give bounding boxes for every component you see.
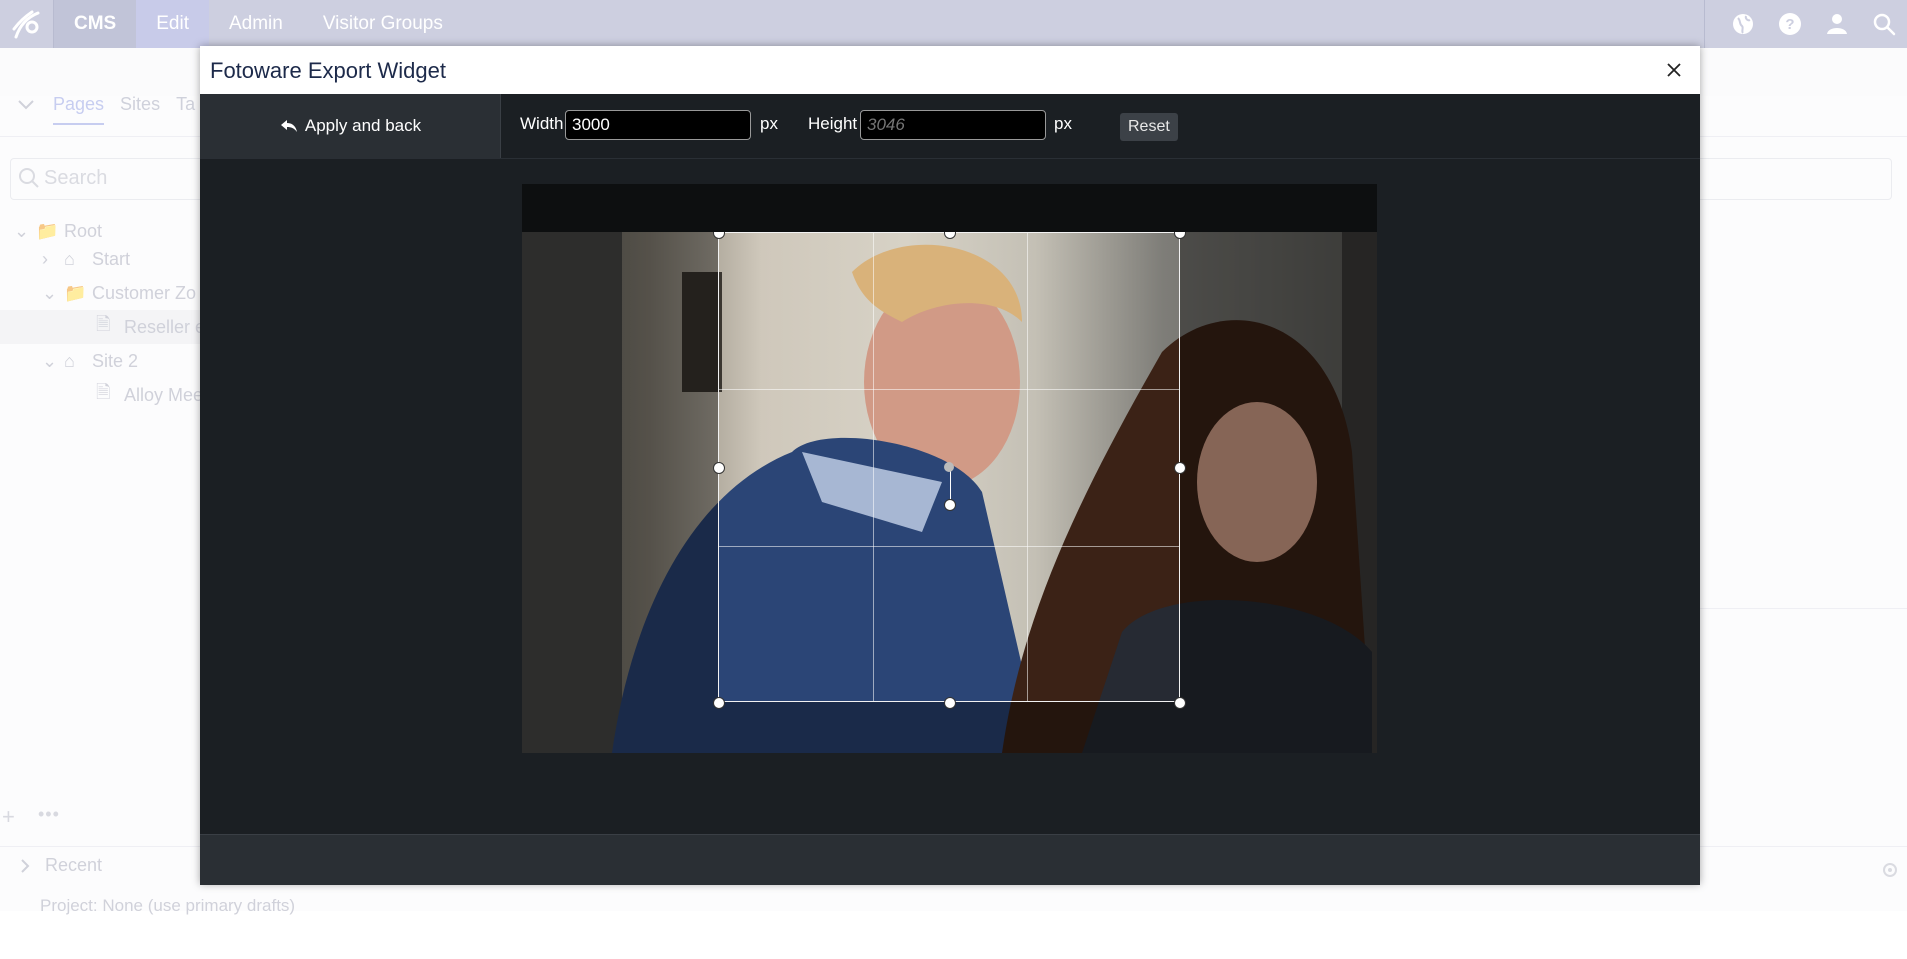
logo[interactable] [0, 0, 54, 48]
help-icon[interactable]: ? [1766, 0, 1813, 48]
height-label: Height [808, 114, 858, 133]
grid-line [1027, 233, 1028, 701]
logo-icon [12, 10, 39, 39]
search-icon[interactable] [1860, 0, 1907, 48]
apply-and-back-button[interactable]: Apply and back [200, 94, 501, 158]
apply-and-back-label: Apply and back [304, 116, 422, 135]
svg-text:?: ? [1785, 16, 1794, 33]
center-point [944, 462, 954, 472]
reply-arrow-icon [280, 120, 297, 132]
crop-mask-right [1180, 232, 1377, 753]
grid-line [719, 389, 1179, 390]
crop-handle-e[interactable] [1174, 462, 1186, 474]
width-input[interactable] [565, 110, 751, 140]
grid-line [719, 546, 1179, 547]
crop-handle-s[interactable] [944, 697, 956, 709]
nav-tab-cms[interactable]: CMS [54, 0, 137, 48]
reset-button[interactable]: Reset [1120, 113, 1178, 141]
height-input[interactable] [860, 110, 1046, 140]
crop-canvas [522, 184, 1377, 753]
crop-toolbar: Apply and back Width px Height px Reset [200, 94, 1700, 159]
fotoware-export-dialog: Fotoware Export Widget Apply and back Wi… [200, 46, 1700, 885]
height-unit: px [1054, 114, 1072, 133]
nav-tab-edit[interactable]: Edit [136, 0, 209, 48]
crop-handle-se[interactable] [1174, 697, 1186, 709]
width-label: Width [520, 114, 564, 133]
top-icons: ? [1704, 0, 1907, 48]
user-icon[interactable] [1813, 0, 1860, 48]
nav-tab-visitor-groups[interactable]: Visitor Groups [303, 0, 463, 48]
grid-line [873, 233, 874, 701]
crop-handle-w[interactable] [713, 462, 725, 474]
crop-mask-left [522, 232, 718, 753]
globe-icon[interactable] [1719, 0, 1766, 48]
nav-tab-admin[interactable]: Admin [209, 0, 303, 48]
dialog-title: Fotoware Export Widget [210, 58, 446, 83]
dialog-footer [200, 834, 1700, 885]
crop-handle-sw[interactable] [713, 697, 725, 709]
top-nav: CMS Edit Admin Visitor Groups ? [0, 0, 1907, 48]
dialog-header: Fotoware Export Widget [200, 46, 1700, 95]
width-unit: px [760, 114, 778, 133]
close-icon [1667, 63, 1681, 77]
crop-mask-bottom [718, 702, 1180, 753]
photo-image [522, 232, 1377, 753]
close-button[interactable] [1660, 56, 1688, 84]
rotate-handle[interactable] [944, 499, 956, 511]
